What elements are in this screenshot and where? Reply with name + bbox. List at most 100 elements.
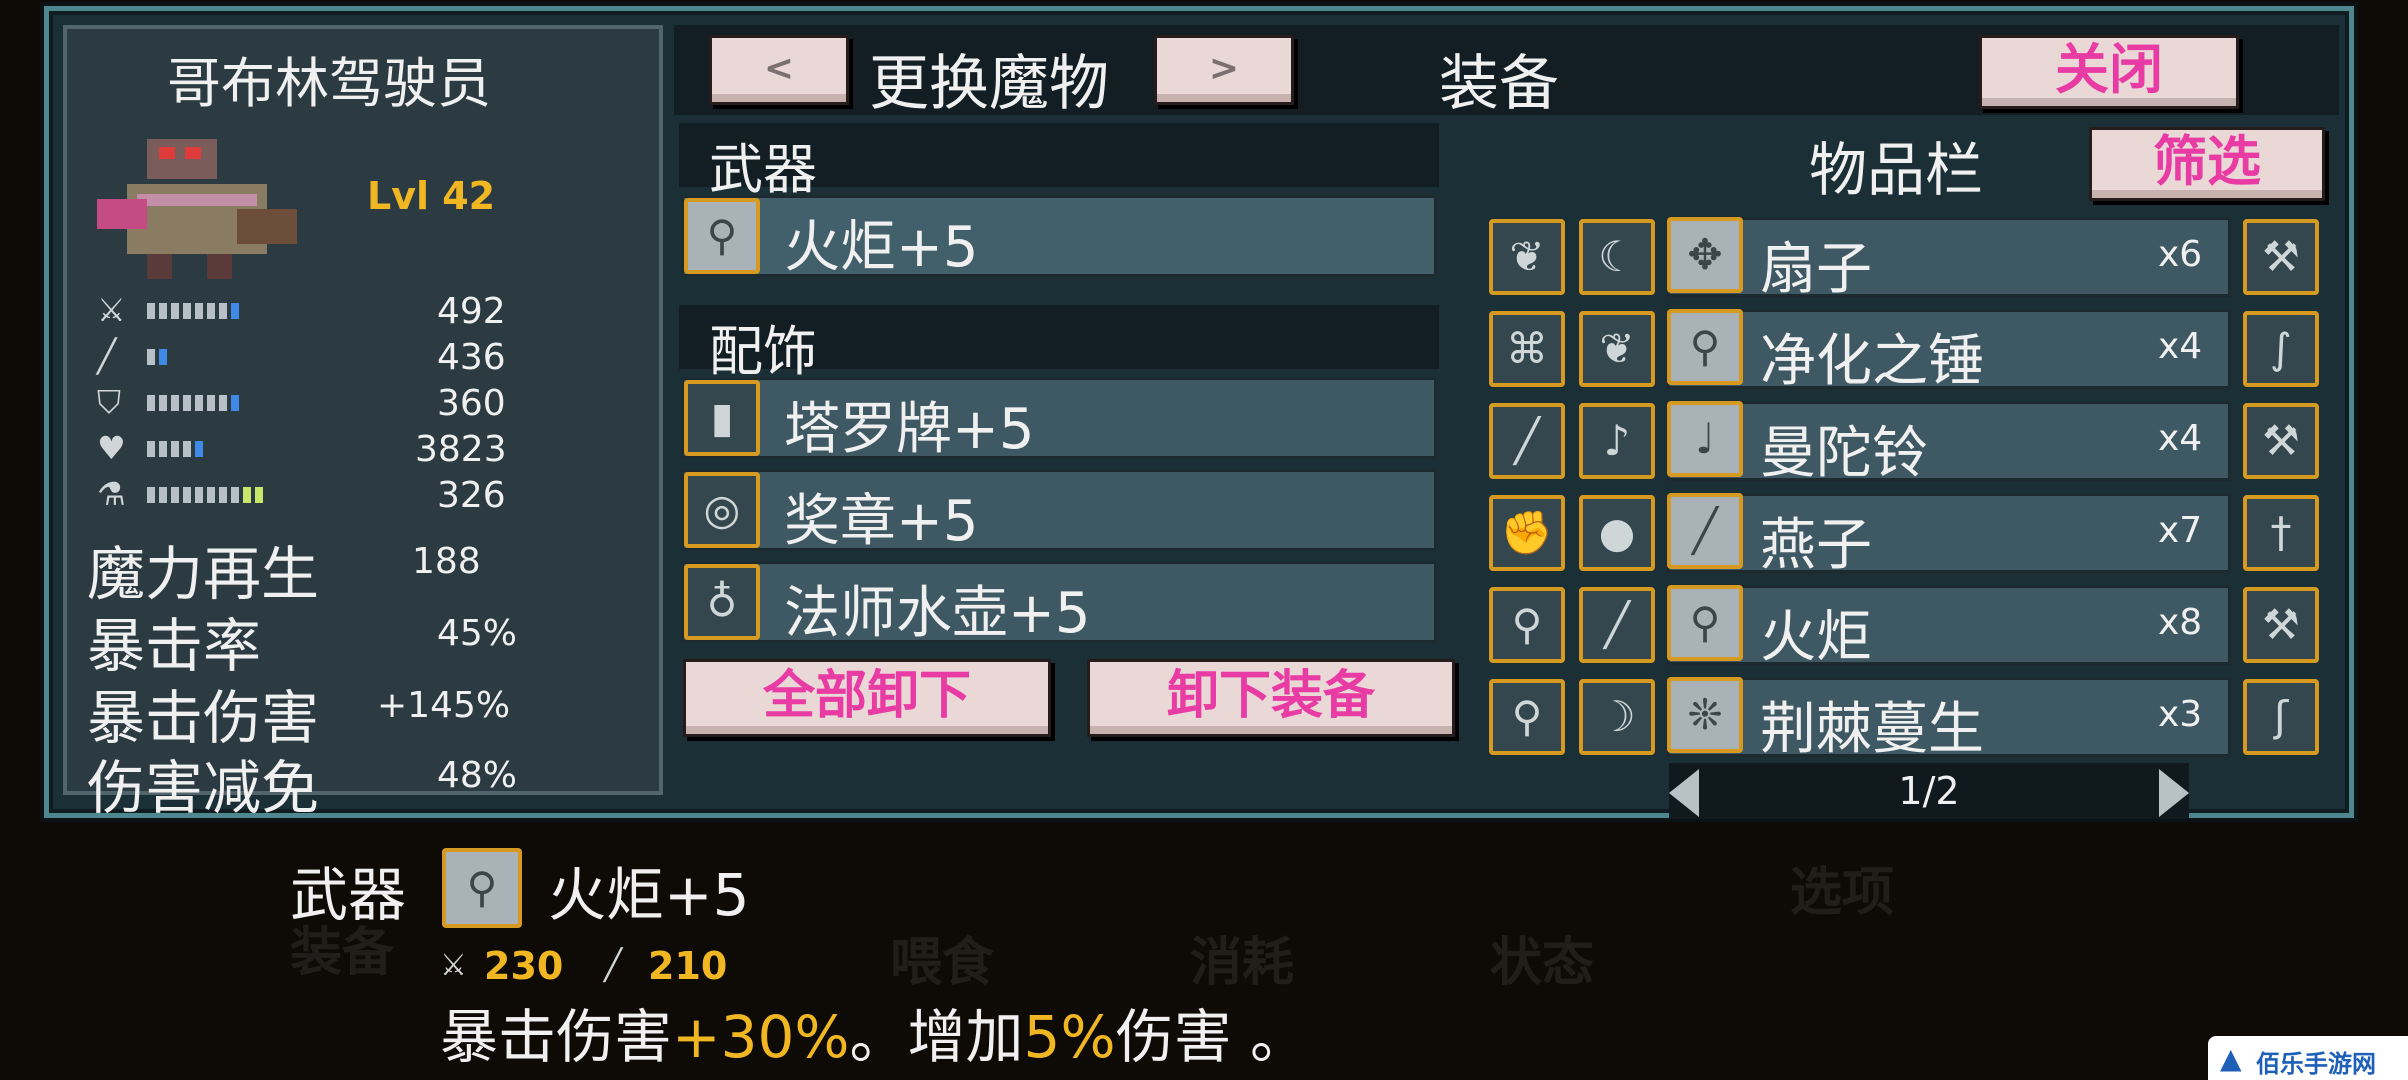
whip-icon: ∫	[2270, 324, 2292, 373]
stat-value: 3823	[415, 429, 507, 470]
stat-value: 188	[412, 541, 481, 582]
inventory-slot[interactable]: ʃ	[2243, 679, 2319, 755]
knot-icon: ⌘	[1506, 324, 1548, 373]
inventory-row: ╱ ♪ ♩ 曼陀铃 x4 ⚒	[1489, 401, 2329, 486]
inventory-slot[interactable]: ⚒	[2243, 587, 2319, 663]
sickle-icon: ☾	[1598, 232, 1636, 281]
pagination: 1/2	[1669, 763, 2189, 819]
detail-attack: 230	[484, 944, 564, 988]
detail-magic: 210	[648, 944, 728, 988]
stat-value: 492	[437, 291, 506, 332]
stat-bar	[147, 349, 167, 365]
page-title: 装备	[1439, 49, 1559, 119]
item-icon-slot: ❊	[1667, 677, 1743, 753]
inventory-item[interactable]: ✥ 扇子 x6	[1667, 217, 2231, 302]
stat-row: ╱ 436	[97, 337, 637, 378]
page-indicator: 1/2	[1898, 769, 1960, 813]
inventory-slot[interactable]: ❦	[1579, 311, 1655, 387]
accessory-icon-slot: ◎	[684, 472, 760, 548]
accessory-slot[interactable]: ◎ 奖章+5	[681, 469, 1437, 554]
stat-bar	[147, 441, 203, 457]
accessory-icon-slot: ▮	[684, 380, 760, 456]
leaf-icon: ❦	[1599, 324, 1635, 373]
stat-value: 326	[437, 475, 506, 516]
inventory-slot[interactable]: ●	[1579, 495, 1655, 571]
inventory-slot[interactable]: ⚲	[1489, 587, 1565, 663]
monster-panel: 哥布林驾驶员 Lvl 42 ⚔ 492 ╱ 436 ⛉ 360 ♥ 3823 ⚗…	[63, 25, 663, 822]
inventory-row: ❦ ☾ ✥ 扇子 x6 ⚒	[1489, 217, 2329, 302]
stat-row: ⚗ 326	[97, 475, 637, 516]
inventory-slot[interactable]: ⚒	[2243, 403, 2319, 479]
stat-row: ⛉ 360	[97, 383, 637, 424]
inventory-slot[interactable]: ∫	[2243, 311, 2319, 387]
inventory-slot[interactable]: ⚲	[1489, 679, 1565, 755]
switch-monster-label: 更换魔物	[869, 49, 1109, 119]
inventory-slot[interactable]: ╱	[1489, 403, 1565, 479]
inventory-slot[interactable]: ⌘	[1489, 311, 1565, 387]
axe-icon: ⚒	[2262, 232, 2300, 281]
mandolin-icon: ♩	[1695, 414, 1715, 463]
potion-icon: ⚗	[97, 475, 126, 513]
stat-value: 360	[437, 383, 506, 424]
inventory-item[interactable]: ╱ 燕子 x7	[1667, 493, 2231, 578]
detail-item-icon-slot: ⚲	[442, 848, 522, 928]
tarot-card-icon: ▮	[710, 393, 734, 442]
shield-icon: ⛉	[97, 383, 122, 421]
accessory-icon-slot: ♁	[684, 564, 760, 640]
stat-bar	[147, 395, 239, 411]
inventory-slot[interactable]: ✊	[1489, 495, 1565, 571]
next-monster-button[interactable]: >	[1154, 35, 1294, 105]
inventory-item[interactable]: ♩ 曼陀铃 x4	[1667, 401, 2231, 486]
item-detail-panel: 武器 ⚲ 火炬+5 ⚔ 230 ╱ 210 暴击伤害+30%。增加5%伤害 。	[0, 830, 2408, 1080]
monster-level: Lvl 42	[367, 174, 496, 218]
inventory-item[interactable]: ⚲ 火炬 x8	[1667, 585, 2231, 670]
stat-value: 45%	[437, 613, 518, 654]
weapon-slot[interactable]: ⚲ 火炬+5	[681, 195, 1437, 280]
inventory-slot[interactable]: ☽	[1579, 679, 1655, 755]
torch-icon: ⚲	[706, 211, 738, 260]
page-next-arrow-icon[interactable]	[2159, 769, 2189, 817]
inventory-slot[interactable]: ╱	[1579, 587, 1655, 663]
swallow-blade-icon: ╱	[1692, 506, 1718, 555]
heart-icon: ♥	[97, 429, 126, 467]
inventory-slot[interactable]: ☾	[1579, 219, 1655, 295]
unequip-button[interactable]: 卸下装备	[1087, 659, 1455, 737]
weapon-icon-slot: ⚲	[684, 198, 760, 274]
inventory-row: ⚲ ╱ ⚲ 火炬 x8 ⚒	[1489, 585, 2329, 670]
inventory-slot[interactable]: ♪	[1579, 403, 1655, 479]
monster-name: 哥布林驾驶员	[167, 52, 491, 115]
stat-bar	[147, 303, 239, 319]
stat-row: ♥ 3823	[97, 429, 637, 470]
torch-icon: ⚲	[1511, 692, 1543, 741]
hook-icon: ʃ	[2273, 692, 2289, 741]
inventory-slot[interactable]: ❦	[1489, 219, 1565, 295]
hammer-icon: ⚒	[2262, 600, 2300, 649]
dagger-icon: ╱	[1514, 416, 1540, 465]
filter-button[interactable]: 筛选	[2089, 127, 2325, 201]
equipment-window: 哥布林驾驶员 Lvl 42 ⚔ 492 ╱ 436 ⛉ 360 ♥ 3823 ⚗…	[44, 6, 2354, 822]
inventory-item[interactable]: ⚲ 净化之锤 x4	[1667, 309, 2231, 394]
accessory-slot[interactable]: ▮ 塔罗牌+5	[681, 377, 1437, 462]
unequip-all-button[interactable]: 全部卸下	[683, 659, 1051, 737]
inventory-item[interactable]: ❊ 荆棘蔓生 x3	[1667, 677, 2231, 762]
axe-icon: ⚒	[2262, 416, 2300, 465]
inventory-row: ✊ ● ╱ 燕子 x7 †	[1489, 493, 2329, 578]
accessory-slot[interactable]: ♁ 法师水壶+5	[681, 561, 1437, 646]
inventory-row: ⌘ ❦ ⚲ 净化之锤 x4 ∫	[1489, 309, 2329, 394]
stat-value: +145%	[377, 685, 511, 726]
inventory-row: ⚲ ☽ ❊ 荆棘蔓生 x3 ʃ	[1489, 677, 2329, 762]
close-button[interactable]: 关闭	[1979, 35, 2239, 109]
inventory-slot[interactable]: †	[2243, 495, 2319, 571]
item-icon-slot: ♩	[1667, 401, 1743, 477]
sword-icon: ⚔	[440, 948, 467, 983]
prev-monster-button[interactable]: <	[709, 35, 849, 105]
logo-icon: ▲	[2220, 1042, 2242, 1075]
gauntlet-icon: ✊	[1500, 508, 1554, 557]
stat-bar	[147, 487, 263, 503]
fan-icon: ✥	[1687, 230, 1723, 279]
stat-value: 436	[437, 337, 506, 378]
item-icon-slot: ✥	[1667, 217, 1743, 293]
stat-label: 伤害减免	[87, 754, 320, 822]
thorn-icon: ❊	[1687, 690, 1723, 739]
inventory-slot[interactable]: ⚒	[2243, 219, 2319, 295]
